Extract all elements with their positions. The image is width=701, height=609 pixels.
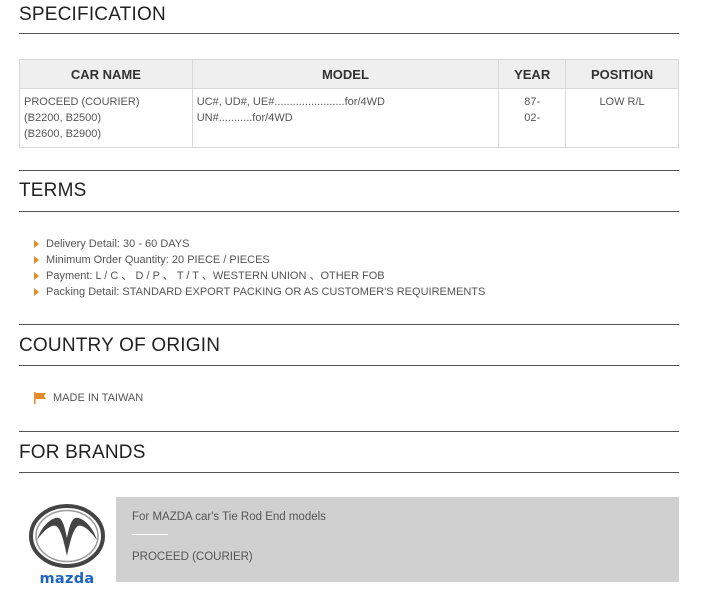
list-item: Delivery Detail: 30 - 60 DAYS — [19, 236, 679, 252]
specification-table: CAR NAME MODEL YEAR POSITION PROCEED (CO… — [19, 59, 679, 148]
brands-title: FOR BRANDS — [19, 431, 679, 473]
car-name-line: (B2200, B2500) — [24, 112, 102, 124]
orange-arrow-icon — [34, 288, 39, 296]
origin-title: COUNTRY OF ORIGIN — [19, 324, 679, 366]
list-item: Minimum Order Quantity: 20 PIECE / PIECE… — [19, 252, 679, 268]
cell-year: 87- 02- — [498, 88, 567, 148]
car-name-line: PROCEED (COURIER) — [24, 96, 140, 108]
table-header-row: CAR NAME MODEL YEAR POSITION — [19, 59, 679, 89]
mazda-emblem-icon — [29, 504, 105, 568]
column-header-model: MODEL — [191, 59, 500, 89]
term-text: Delivery Detail: 30 - 60 DAYS — [46, 238, 190, 250]
term-text: Packing Detail: STANDARD EXPORT PACKING … — [46, 286, 486, 298]
cell-model: UC#, UD#, UE#.......................for/… — [191, 88, 500, 148]
term-text: Minimum Order Quantity: 20 PIECE / PIECE… — [46, 254, 270, 266]
list-item: Packing Detail: STANDARD EXPORT PACKING … — [19, 284, 679, 300]
orange-arrow-icon — [34, 240, 39, 248]
cell-position: LOW R/L — [565, 88, 679, 148]
flag-icon — [34, 392, 46, 404]
brand-separator — [132, 534, 168, 535]
origin-value: MADE IN TAIWAN — [53, 392, 144, 404]
orange-arrow-icon — [34, 272, 39, 280]
year-line: 87- — [524, 96, 541, 108]
cell-car-name: PROCEED (COURIER) (B2200, B2500) (B2600,… — [19, 88, 193, 148]
orange-arrow-icon — [34, 256, 39, 264]
term-text: Payment: L / C 、 D / P 、 T / T 、WESTERN … — [46, 270, 385, 282]
car-name-line: (B2600, B2900) — [24, 128, 102, 140]
column-header-position: POSITION — [565, 59, 679, 89]
terms-title: TERMS — [19, 170, 679, 212]
model-line: UN#...........for/4WD — [196, 112, 293, 124]
mazda-logo: mazda — [27, 504, 107, 588]
brand-description: For MAZDA car's Tie Rod End models — [132, 511, 326, 523]
mazda-wordmark: mazda — [39, 571, 95, 587]
specification-title: SPECIFICATION — [19, 0, 679, 34]
brand-model: PROCEED (COURIER) — [132, 551, 253, 563]
column-header-car-name: CAR NAME — [19, 59, 193, 89]
list-item: Payment: L / C 、 D / P 、 T / T 、WESTERN … — [19, 268, 679, 284]
terms-list: Delivery Detail: 30 - 60 DAYS Minimum Or… — [19, 236, 679, 300]
year-line: 02- — [524, 112, 541, 124]
model-line: UC#, UD#, UE#.......................for/… — [196, 96, 385, 108]
brand-info-card: For MAZDA car's Tie Rod End models PROCE… — [116, 497, 679, 582]
column-header-year: YEAR — [498, 59, 567, 89]
table-row: PROCEED (COURIER) (B2200, B2500) (B2600,… — [19, 88, 679, 148]
